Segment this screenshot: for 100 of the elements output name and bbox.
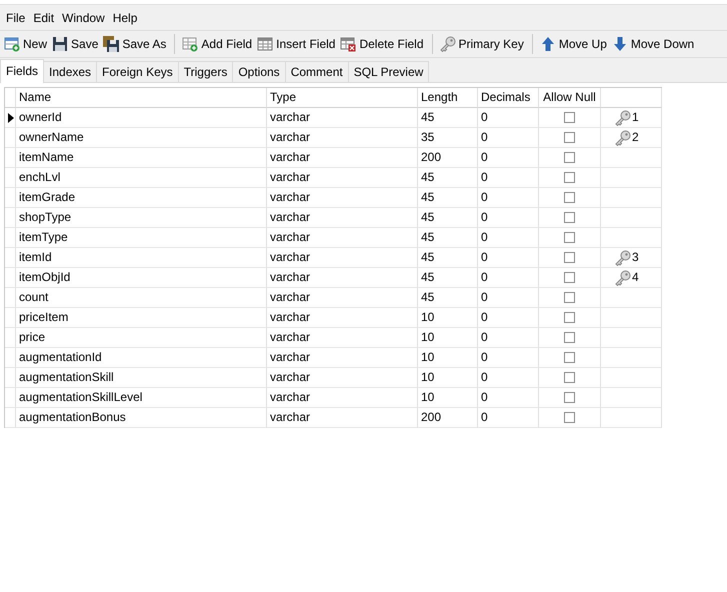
table-cell: 45: [418, 288, 478, 308]
table-grid-icon: [257, 36, 274, 52]
table-cell: 0: [478, 328, 539, 348]
column-header[interactable]: Name: [16, 88, 267, 108]
table-cell: 45: [418, 108, 478, 128]
table-cell: 10: [418, 348, 478, 368]
table-cell: itemObjId: [16, 268, 267, 288]
toolbar-button[interactable]: Primary Key: [438, 34, 526, 54]
table-cell: 45: [418, 168, 478, 188]
menu-item[interactable]: Window: [58, 10, 109, 24]
table-cell: varchar: [267, 328, 418, 348]
table-cell: varchar: [267, 208, 418, 228]
table-cell: ownerName: [16, 128, 267, 148]
table-cell: 0: [478, 408, 539, 428]
table-cell: varchar: [267, 228, 418, 248]
row-header[interactable]: [5, 108, 16, 128]
key-order: 1: [632, 109, 639, 126]
table-cell: 10: [418, 328, 478, 348]
arrow-down-icon: [612, 36, 628, 52]
checkbox[interactable]: [564, 252, 575, 263]
tab[interactable]: SQL Preview: [348, 61, 430, 82]
checkbox[interactable]: [564, 312, 575, 323]
menu-item[interactable]: Edit: [29, 10, 58, 24]
column-header[interactable]: Length: [418, 88, 478, 108]
toolbar-button[interactable]: Insert Field: [255, 34, 338, 54]
table-cell: 0: [478, 308, 539, 328]
table-cell: priceItem: [16, 308, 267, 328]
checkbox[interactable]: [564, 212, 575, 223]
table-cell: enchLvl: [16, 168, 267, 188]
checkbox[interactable]: [564, 112, 575, 123]
toolbar-button[interactable]: Add Field: [180, 34, 254, 54]
menu-item[interactable]: Help: [108, 10, 142, 24]
key-order: 2: [632, 129, 639, 146]
table-cell: shopType: [16, 208, 267, 228]
toolbar-button[interactable]: Move Up: [538, 34, 609, 54]
table-cell: varchar: [267, 168, 418, 188]
column-header[interactable]: Decimals: [478, 88, 539, 108]
table-cell: 0: [478, 228, 539, 248]
toolbar-button[interactable]: Save: [50, 34, 100, 54]
checkbox[interactable]: [564, 272, 575, 283]
table-cell: count: [16, 288, 267, 308]
checkbox[interactable]: [564, 292, 575, 303]
table-cell: itemName: [16, 148, 267, 168]
checkbox[interactable]: [564, 152, 575, 163]
table-cell: 0: [478, 128, 539, 148]
table-cell: 45: [418, 248, 478, 268]
table-delete-icon: [340, 36, 356, 52]
toolbar-button[interactable]: Delete Field: [338, 34, 426, 54]
checkbox[interactable]: [564, 372, 575, 383]
table-cell: varchar: [267, 128, 418, 148]
table-cell: augmentationSkillLevel: [16, 388, 267, 408]
table-cell: price: [16, 328, 267, 348]
table-cell: 0: [478, 288, 539, 308]
table-cell: varchar: [267, 348, 418, 368]
table-add-icon: [182, 36, 198, 52]
table-cell: 200: [418, 148, 478, 168]
table-cell: augmentationBonus: [16, 408, 267, 428]
checkbox[interactable]: [564, 412, 575, 423]
table-cell: varchar: [267, 408, 418, 428]
table-cell: 10: [418, 368, 478, 388]
table-cell: itemId: [16, 248, 267, 268]
toolbar-button[interactable]: Move Down: [610, 34, 696, 54]
table-cell: 0: [478, 108, 539, 128]
table-cell: varchar: [267, 108, 418, 128]
table-cell: 0: [478, 208, 539, 228]
checkbox[interactable]: [564, 192, 575, 203]
toolbar-button[interactable]: New: [2, 34, 50, 54]
table-cell: varchar: [267, 248, 418, 268]
table-cell: 0: [478, 388, 539, 408]
toolbar-button[interactable]: Save As: [101, 34, 168, 54]
menu-item[interactable]: File: [2, 10, 30, 24]
key-icon: [440, 36, 456, 52]
table-cell: 0: [478, 188, 539, 208]
table-cell: 0: [478, 348, 539, 368]
table-cell: varchar: [267, 288, 418, 308]
tab[interactable]: Fields: [0, 59, 44, 83]
table-cell: varchar: [267, 308, 418, 328]
table-cell: 0: [478, 368, 539, 388]
checkbox[interactable]: [564, 232, 575, 243]
checkbox[interactable]: [564, 392, 575, 403]
checkbox[interactable]: [564, 172, 575, 183]
table-cell: 45: [418, 208, 478, 228]
table-cell: ownerId: [16, 108, 267, 128]
table-cell: 10: [418, 388, 478, 408]
table-cell: 45: [418, 188, 478, 208]
table-cell: varchar: [267, 188, 418, 208]
table-cell: varchar: [267, 368, 418, 388]
table-cell: 0: [478, 268, 539, 288]
table-cell: 45: [418, 268, 478, 288]
checkbox[interactable]: [564, 132, 575, 143]
row-header: [5, 88, 16, 108]
key-order: 3: [632, 249, 639, 266]
table-cell: 200: [418, 408, 478, 428]
checkbox[interactable]: [564, 352, 575, 363]
column-header[interactable]: Type: [267, 88, 418, 108]
column-header[interactable]: Allow Null: [539, 88, 601, 108]
checkbox[interactable]: [564, 332, 575, 343]
table-cell: itemGrade: [16, 188, 267, 208]
table-cell: varchar: [267, 388, 418, 408]
current-row-indicator: [8, 112, 14, 122]
